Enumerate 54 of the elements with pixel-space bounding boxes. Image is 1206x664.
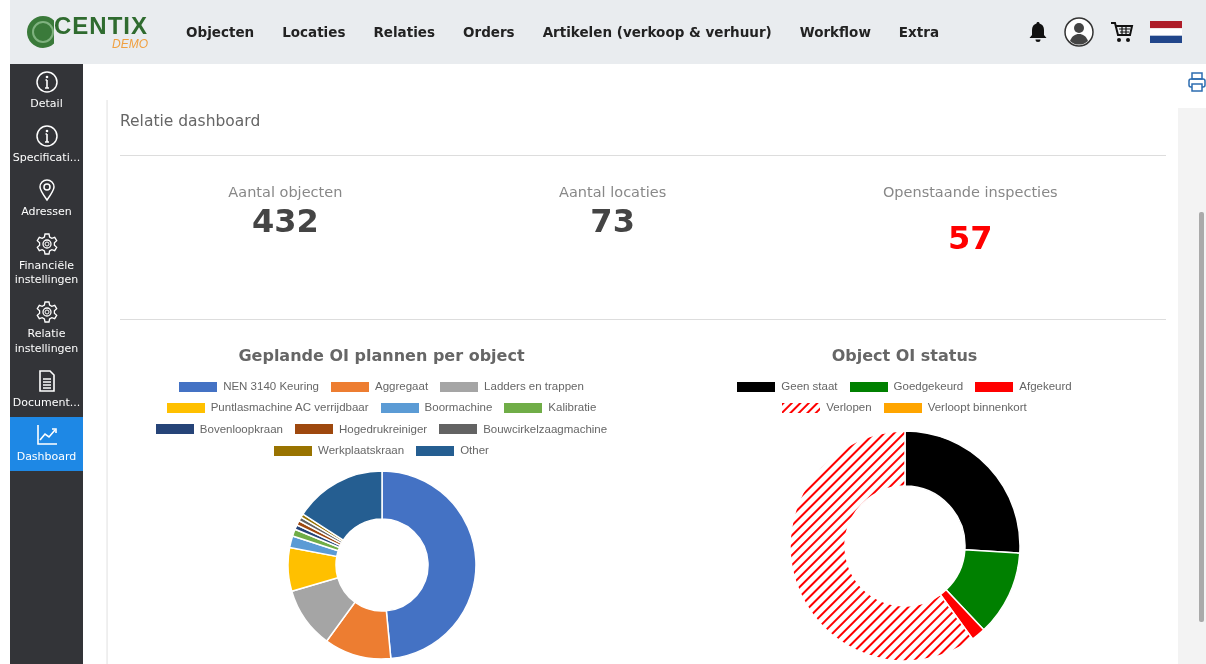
nav-link[interactable]: Objecten <box>172 21 269 43</box>
donut-slice <box>290 577 356 642</box>
legend-label: Geen staat <box>781 379 838 395</box>
sidebar-item[interactable]: Dashboard <box>10 416 83 471</box>
legend-label: Verlopen <box>826 400 872 416</box>
legend-label: Puntlasmachine AC verrijdbaar <box>210 400 369 416</box>
info-icon <box>34 123 59 148</box>
legend-label: Werkplaatskraan <box>318 442 405 458</box>
info-icon <box>34 70 59 94</box>
legend-label: Bouwcirkelzaagmachine <box>483 421 608 437</box>
chart-title: Geplande OI plannen per object <box>238 345 525 368</box>
legend-label: NEN 3140 Keuring <box>223 379 320 395</box>
legend-label: Other <box>460 442 489 458</box>
stat-value: 432 <box>251 204 319 240</box>
stat-label: Aantal locaties <box>559 183 667 203</box>
user-avatar-icon[interactable] <box>1064 17 1094 47</box>
logo-emblem-icon <box>26 15 54 49</box>
gear-icon <box>34 231 59 256</box>
nav-link[interactable]: Extra <box>884 21 953 43</box>
sidebar-item[interactable]: Relatie instellingen <box>10 294 83 363</box>
legend-label: Kalibratie <box>548 400 597 416</box>
bell-icon[interactable] <box>1028 21 1048 43</box>
sidebar-item[interactable]: Document... <box>10 362 83 417</box>
gear-icon <box>34 300 59 325</box>
nav-link[interactable]: Relaties <box>359 21 449 43</box>
nav-link[interactable]: Locaties <box>268 21 360 43</box>
stat-label: Aantal objecten <box>228 183 343 203</box>
sidebar-item[interactable]: Financiële instellingen <box>10 225 83 295</box>
scrollbar-thumb[interactable] <box>1199 212 1204 622</box>
chart-title: Object OI status <box>831 345 978 368</box>
flag-icon[interactable] <box>1150 21 1182 43</box>
legend-label: Aggregaat <box>375 379 429 395</box>
logo-tag: DEMO <box>112 38 148 50</box>
stat-label: Openstaande inspecties <box>882 183 1058 203</box>
sidebar-item[interactable]: Adressen <box>10 171 83 226</box>
page-title: Relatie dashboard <box>120 112 261 130</box>
nav-link[interactable]: Workflow <box>785 21 885 43</box>
legend-label: Bovenloopkraan <box>199 421 283 437</box>
legend-label: Goedgekeurd <box>893 379 964 395</box>
legend-label: Hogedrukreiniger <box>338 421 428 437</box>
logo-name: CENTIX <box>54 14 148 38</box>
line-chart-icon <box>34 422 59 447</box>
cart-icon[interactable] <box>1110 20 1134 44</box>
sidebar-item[interactable]: Detail <box>10 64 83 118</box>
stat-value: 57 <box>947 218 994 259</box>
print-icon[interactable] <box>1188 72 1206 92</box>
nav-link[interactable]: Artikelen (verkoop & verhuur) <box>528 21 786 43</box>
nav-link[interactable]: Orders <box>449 21 529 43</box>
legend-label: Ladders en trappen <box>484 379 584 395</box>
legend-label: Verloopt binnenkort <box>927 400 1027 416</box>
sidebar-item[interactable]: Specificati... <box>10 117 83 172</box>
legend-label: Boormachine <box>424 400 493 416</box>
stat-value: 73 <box>590 204 635 240</box>
legend-label: Afgekeurd <box>1019 379 1072 395</box>
